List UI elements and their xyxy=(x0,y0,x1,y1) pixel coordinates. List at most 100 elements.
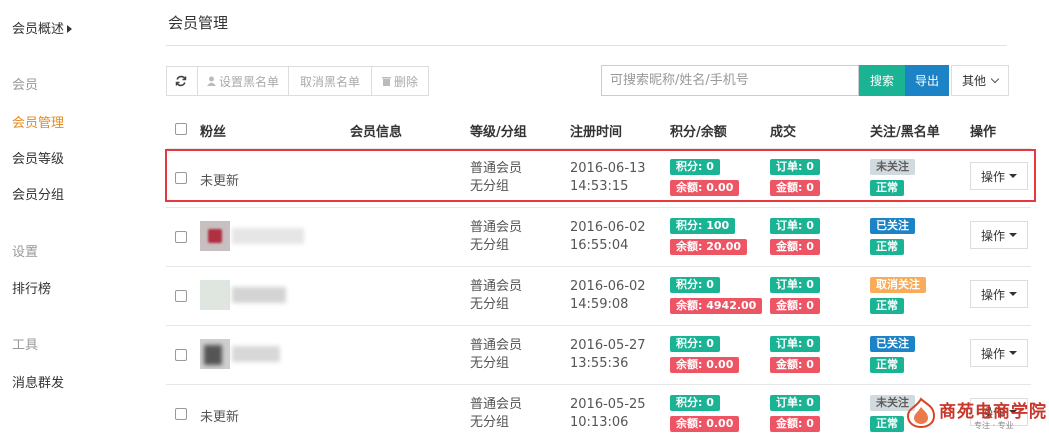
toolbar: 设置黑名单 取消黑名单 删除 xyxy=(166,66,429,96)
fan-name: 未更新 xyxy=(200,174,240,189)
refresh-icon xyxy=(175,75,186,87)
row-action-button[interactable]: 操作 xyxy=(970,221,1028,249)
sidebar-item-member-group[interactable]: 会员分组 xyxy=(12,184,64,203)
caret-down-icon xyxy=(1009,351,1017,355)
blacklist-status-badge: 正常 xyxy=(870,416,904,432)
sidebar-item-broadcast[interactable]: 消息群发 xyxy=(12,372,64,391)
delete-label: 删除 xyxy=(393,74,418,89)
caret-right-icon xyxy=(67,25,73,33)
level-group: 普通会员 无分组 xyxy=(470,278,522,314)
watermark-subtext: 专注 · 专业 xyxy=(974,421,1014,430)
avatar[interactable] xyxy=(200,221,230,251)
register-clock: 13:55:36 xyxy=(570,356,629,371)
level-group: 普通会员 无分组 xyxy=(470,396,522,432)
follow-status-badge: 已关注 xyxy=(870,218,915,234)
other-dropdown-button[interactable]: 其他 xyxy=(951,65,1009,96)
blacklist-status-badge: 正常 xyxy=(870,180,904,196)
search-input[interactable] xyxy=(601,65,859,96)
member-group: 无分组 xyxy=(470,238,510,253)
sidebar-item-member-manage[interactable]: 会员管理 xyxy=(12,112,64,131)
register-date: 2016-05-27 xyxy=(570,338,646,353)
follow-status-badge: 未关注 xyxy=(870,159,915,175)
caret-down-icon xyxy=(1009,292,1017,296)
column-header-points-balance: 积分/余额 xyxy=(670,125,727,140)
table-row: 普通会员无分组 2016-05-27 13:55:36 积分: 0 余额: 0.0… xyxy=(166,325,1031,384)
balance-badge: 余额: 0.00 xyxy=(670,180,740,196)
export-button[interactable]: 导出 xyxy=(905,65,949,96)
register-date: 2016-06-02 xyxy=(570,220,646,235)
orders-badge: 订单: 0 xyxy=(770,159,820,175)
sidebar-section-member: 会员 xyxy=(12,78,39,93)
balance-badge: 余额: 20.00 xyxy=(670,239,748,255)
points-badge: 积分: 0 xyxy=(670,395,720,411)
title-divider xyxy=(166,45,1007,46)
user-icon xyxy=(206,76,216,86)
cancel-blacklist-label: 取消黑名单 xyxy=(299,74,360,89)
set-blacklist-button[interactable]: 设置黑名单 xyxy=(197,66,289,96)
sidebar-item-member-level[interactable]: 会员等级 xyxy=(12,148,64,167)
balance-badge: 余额: 0.00 xyxy=(670,416,740,432)
register-date: 2016-06-02 xyxy=(570,279,646,294)
action-label: 操作 xyxy=(980,287,1005,302)
trash-icon xyxy=(381,77,391,86)
table-row: 未更新 普通会员无分组 2016-06-13 14:53:15 积分: 0 余额:… xyxy=(166,148,1031,207)
row-checkbox[interactable] xyxy=(175,408,187,420)
row-checkbox[interactable] xyxy=(175,349,187,361)
balance-badge: 余额: 0.00 xyxy=(670,357,740,373)
register-time: 2016-06-13 14:53:15 xyxy=(570,160,646,196)
row-checkbox[interactable] xyxy=(175,172,187,184)
action-label: 操作 xyxy=(980,228,1005,243)
balance-badge: 余额: 4942.00 xyxy=(670,298,763,314)
row-checkbox[interactable] xyxy=(175,290,187,302)
table-row: 普通会员 无分组 2016-06-02 16:55:04 积分: 100 余额: 2… xyxy=(166,207,1031,266)
row-action-button[interactable]: 操作 xyxy=(970,339,1028,367)
member-group: 无分组 xyxy=(470,179,510,194)
register-time: 2016-06-02 14:59:08 xyxy=(570,278,646,314)
row-action-button[interactable]: 操作 xyxy=(970,162,1028,190)
sidebar-section-tools: 工具 xyxy=(12,338,39,353)
caret-down-icon xyxy=(1009,233,1017,237)
register-clock: 14:59:08 xyxy=(570,297,629,312)
amount-badge: 金额: 0 xyxy=(770,239,820,255)
sidebar-item-overview[interactable]: 会员概述 xyxy=(12,18,73,37)
points-badge: 积分: 0 xyxy=(670,159,720,175)
register-clock: 16:55:04 xyxy=(570,238,629,253)
set-blacklist-label: 设置黑名单 xyxy=(218,74,279,89)
blacklist-status-badge: 正常 xyxy=(870,357,904,373)
points-badge: 积分: 0 xyxy=(670,336,720,352)
sidebar: 会员概述 会员 会员管理 会员等级 会员分组 设置 排行榜 工具 消息群发 xyxy=(0,0,150,437)
avatar[interactable] xyxy=(200,280,230,310)
search-button[interactable]: 搜索 xyxy=(859,65,905,96)
caret-down-icon xyxy=(1009,174,1017,178)
column-header-follow-blacklist: 关注/黑名单 xyxy=(870,125,940,140)
column-header-member-info: 会员信息 xyxy=(350,125,403,140)
member-level: 普通会员 xyxy=(470,161,523,176)
column-header-register-time: 注册时间 xyxy=(570,125,623,140)
sidebar-item-ranking[interactable]: 排行榜 xyxy=(12,278,51,297)
member-group: 无分组 xyxy=(470,297,510,312)
member-group: 无分组 xyxy=(470,356,510,371)
delete-button[interactable]: 删除 xyxy=(371,66,429,96)
member-level: 普通会员 xyxy=(470,338,523,353)
orders-badge: 订单: 0 xyxy=(770,218,820,234)
table-header: 粉丝 会员信息 等级/分组 注册时间 积分/余额 成交 关注/黑名单 操作 xyxy=(166,112,1031,148)
logo-icon xyxy=(906,397,936,429)
points-badge: 积分: 100 xyxy=(670,218,736,234)
sidebar-item-label: 会员概述 xyxy=(12,22,65,37)
other-label: 其他 xyxy=(961,74,986,88)
avatar[interactable] xyxy=(200,339,230,369)
column-header-fans: 粉丝 xyxy=(200,125,227,140)
orders-badge: 订单: 0 xyxy=(770,277,820,293)
page-title: 会员管理 xyxy=(168,14,229,32)
points-badge: 积分: 0 xyxy=(670,277,720,293)
fan-name: 未更新 xyxy=(200,410,240,425)
row-action-button[interactable]: 操作 xyxy=(970,280,1028,308)
refresh-button[interactable] xyxy=(166,66,198,96)
row-checkbox[interactable] xyxy=(175,231,187,243)
search-bar: 搜索 导出 其他 xyxy=(601,65,1009,96)
cancel-blacklist-button[interactable]: 取消黑名单 xyxy=(288,66,372,96)
fan-name-blurred xyxy=(232,346,280,362)
follow-status-badge: 取消关注 xyxy=(870,277,926,293)
watermark-logo: 商苑电商学院 专注 · 专业 xyxy=(902,392,1049,437)
select-all-checkbox[interactable] xyxy=(175,123,187,135)
